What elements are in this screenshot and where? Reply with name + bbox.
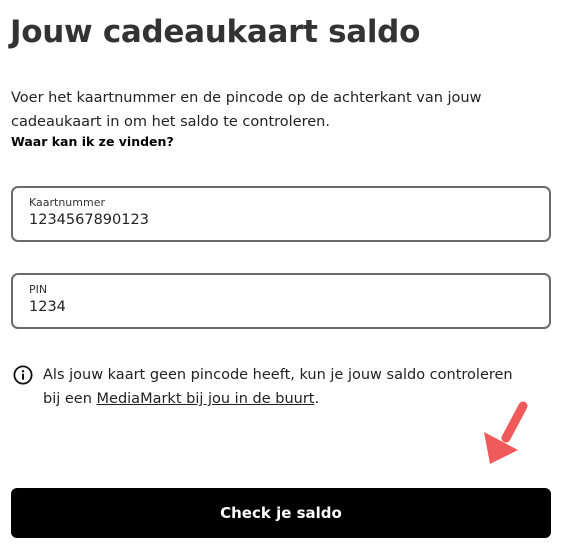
pin-input[interactable]	[29, 299, 529, 315]
intro-text: Voer het kaartnummer en de pincode op de…	[11, 90, 482, 130]
where-to-find-link[interactable]: Waar kan ik ze vinden?	[11, 134, 174, 149]
info-icon	[13, 365, 33, 385]
info-text-after: .	[314, 391, 320, 407]
pin-field[interactable]: PIN	[11, 273, 551, 329]
pin-label: PIN	[29, 283, 48, 296]
page-title: Jouw cadeaukaart saldo	[10, 14, 421, 50]
check-balance-button[interactable]: Check je saldo	[11, 488, 551, 538]
store-locator-link[interactable]: MediaMarkt bij jou in de buurt	[97, 391, 315, 407]
card-number-label: Kaartnummer	[29, 196, 106, 209]
card-number-field[interactable]: Kaartnummer	[11, 186, 551, 242]
info-text: Als jouw kaart geen pincode heeft, kun j…	[43, 363, 533, 411]
card-number-input[interactable]	[29, 212, 529, 228]
arrow-down-left-icon	[484, 401, 528, 464]
